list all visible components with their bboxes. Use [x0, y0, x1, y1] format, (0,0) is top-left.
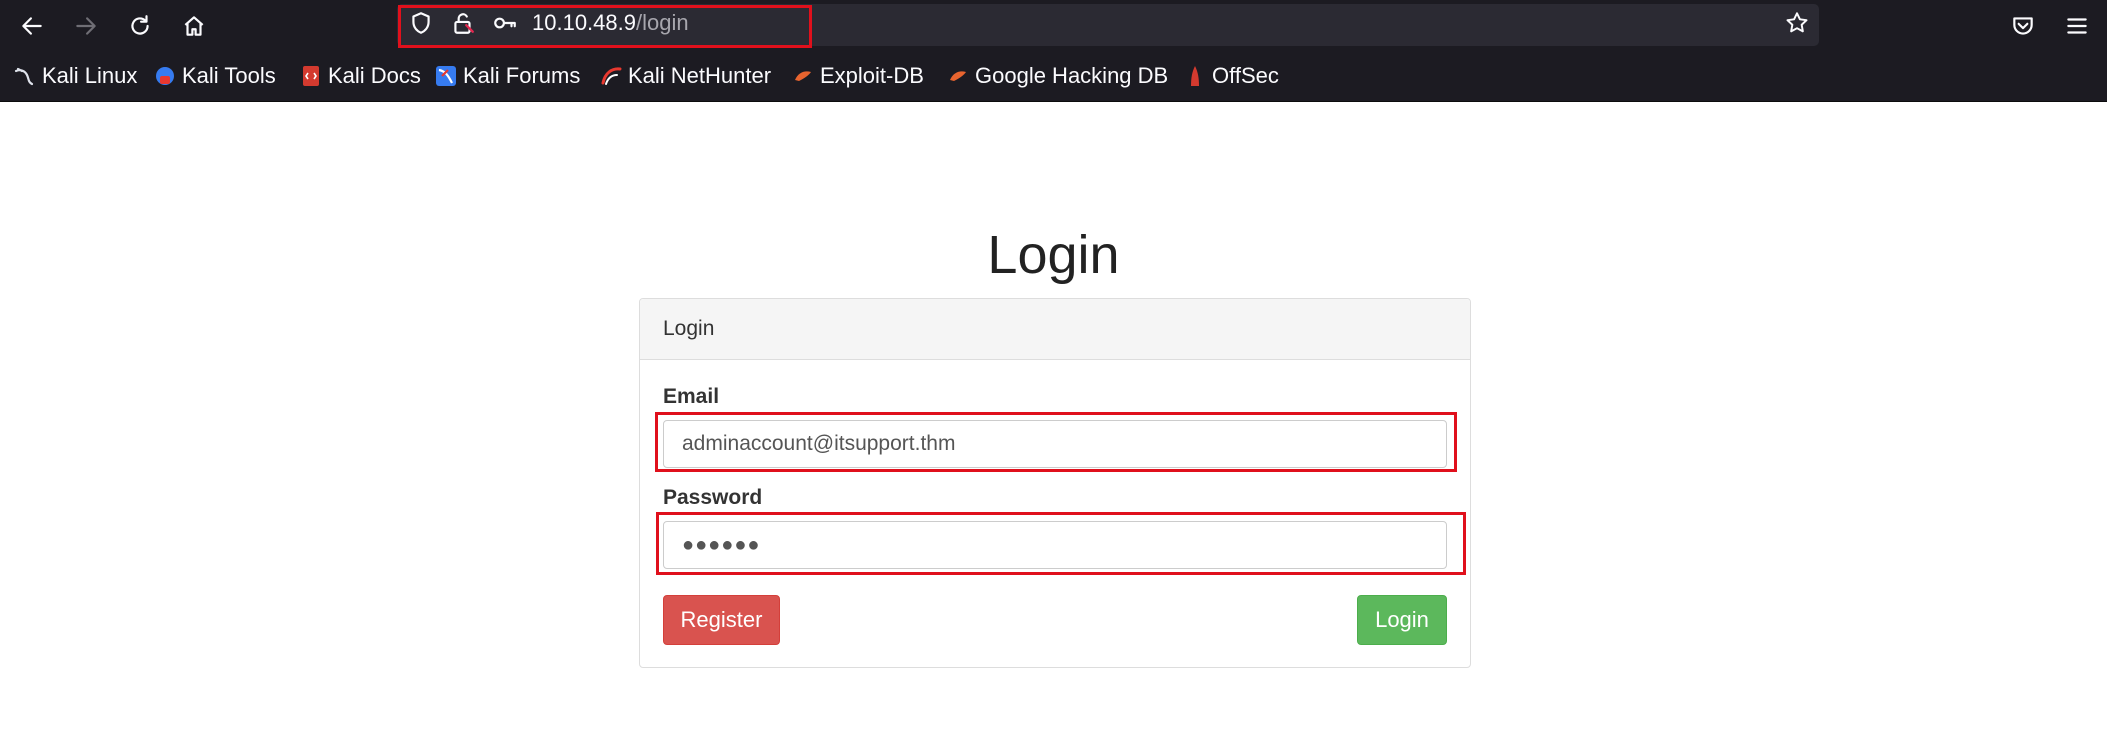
bookmark-label: Exploit-DB — [820, 63, 924, 88]
bookmark-kali-tools[interactable]: Kali Tools — [154, 63, 276, 89]
exploit-db-icon — [795, 71, 811, 81]
pocket-button[interactable] — [2005, 8, 2041, 44]
bookmark-kali-linux[interactable]: Kali Linux — [14, 63, 137, 89]
bookmark-label: Google Hacking DB — [975, 63, 1169, 88]
email-label: Email — [663, 385, 720, 408]
bookmark-label: Kali NetHunter — [628, 63, 772, 88]
kali-tools-icon — [156, 67, 174, 85]
password-label: Password — [663, 486, 763, 509]
ghdb-icon — [950, 71, 966, 81]
reload-icon — [131, 15, 149, 35]
bookmark-kali-forums[interactable]: Kali Forums — [435, 63, 580, 89]
bookmark-label: Kali Forums — [463, 63, 581, 88]
bookmark-star-icon[interactable] — [1784, 10, 1810, 36]
kali-dragon-icon — [14, 67, 34, 86]
password-highlight-box — [656, 512, 1466, 575]
back-button[interactable] — [14, 8, 50, 44]
bookmark-label: Kali Tools — [182, 63, 276, 88]
kali-forums-icon — [436, 66, 456, 86]
bookmarks-toolbar: Kali Linux Kali Tools Kali Docs Kali For… — [0, 51, 2107, 102]
page-title: Login — [987, 225, 1120, 285]
browser-toolbar: 10.10.48.9/login — [0, 0, 2107, 51]
email-highlight-box — [655, 412, 1457, 472]
bookmark-label: Kali Linux — [42, 63, 138, 88]
kali-docs-icon — [303, 66, 319, 86]
home-icon — [184, 16, 204, 36]
back-arrow-icon — [22, 17, 42, 35]
url-highlight-box — [398, 5, 812, 48]
panel-heading: Login — [640, 299, 1470, 360]
menu-button[interactable] — [2059, 8, 2095, 44]
kali-nethunter-icon — [601, 67, 622, 85]
bookmark-offsec[interactable]: OffSec — [1184, 63, 1279, 89]
reload-button[interactable] — [122, 8, 158, 44]
bookmark-kali-nethunter[interactable]: Kali NetHunter — [600, 63, 771, 89]
panel-heading-text: Login — [663, 317, 715, 340]
hamburger-menu-icon — [2067, 18, 2087, 34]
login-button[interactable]: Login — [1357, 595, 1447, 645]
offsec-icon — [1191, 66, 1199, 86]
forward-button[interactable] — [68, 8, 104, 44]
pocket-icon — [2013, 17, 2033, 35]
bookmark-label: Kali Docs — [328, 63, 421, 88]
bookmark-kali-docs[interactable]: Kali Docs — [300, 63, 421, 89]
home-button[interactable] — [176, 8, 212, 44]
forward-arrow-icon — [76, 17, 96, 35]
bookmark-google-hacking-db[interactable]: Google Hacking DB — [947, 63, 1168, 89]
register-button[interactable]: Register — [663, 595, 780, 645]
bookmark-label: OffSec — [1212, 63, 1279, 88]
bookmark-exploit-db[interactable]: Exploit-DB — [792, 63, 924, 89]
